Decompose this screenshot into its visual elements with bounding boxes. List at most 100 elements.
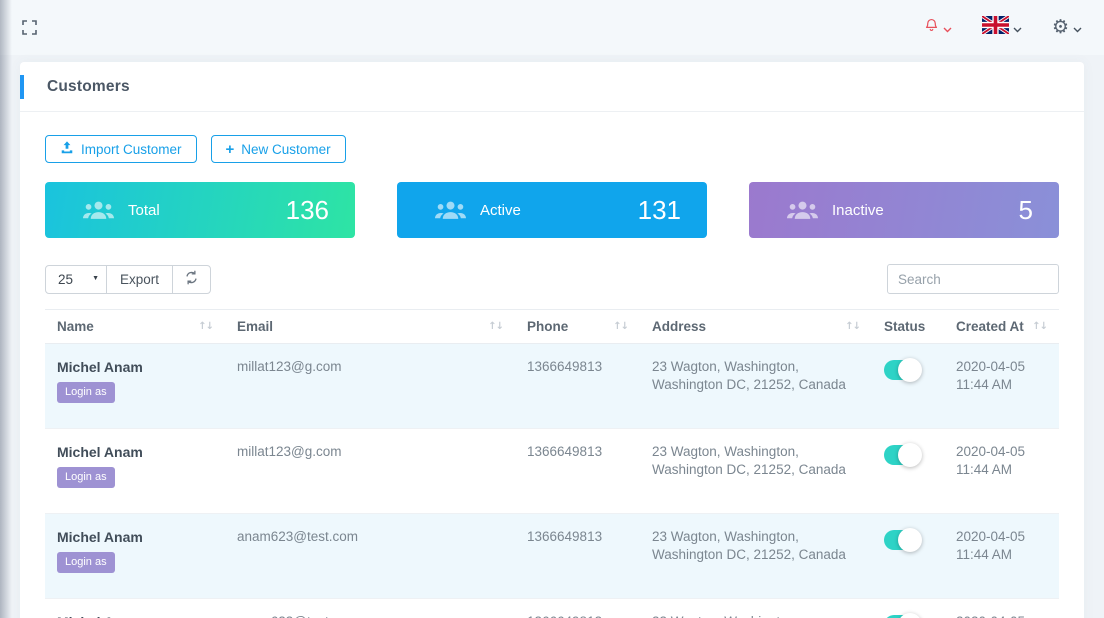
customer-name: Michel Anam bbox=[57, 443, 213, 461]
created-date: 2020-04-05 bbox=[956, 528, 1047, 546]
stat-card-total[interactable]: Total 136 bbox=[45, 182, 355, 238]
stat-value: 5 bbox=[1019, 195, 1033, 226]
refresh-button[interactable] bbox=[172, 265, 211, 294]
customer-address: 23 Wagton, Washington, Washington DC, 21… bbox=[640, 599, 872, 618]
stats-row: Total 136 Active 131 bbox=[45, 182, 1059, 238]
bell-icon bbox=[924, 17, 939, 38]
column-label: Email bbox=[237, 319, 273, 334]
table-row: Michel Anam Login as anam623@test.com 13… bbox=[45, 599, 1059, 618]
customers-table: Name ↑↓ Email ↑↓ Phone ↑↓ Address ↑↓ Status Creat… bbox=[45, 309, 1059, 618]
name-cell: Michel Anam Login as bbox=[45, 344, 225, 428]
customer-email: anam623@test.com bbox=[225, 599, 515, 618]
import-customer-label: Import Customer bbox=[81, 142, 182, 157]
created-date: 2020-04-05 bbox=[956, 358, 1047, 376]
sort-icon[interactable]: ↑↓ bbox=[488, 321, 503, 332]
column-label: Status bbox=[884, 319, 925, 334]
stat-label: Active bbox=[480, 202, 521, 219]
customer-name: Michel Anam bbox=[57, 358, 213, 376]
created-time: 11:44 AM bbox=[956, 461, 1047, 479]
stat-card-inactive[interactable]: Inactive 5 bbox=[749, 182, 1059, 238]
toggle-knob bbox=[898, 443, 922, 467]
status-cell bbox=[872, 599, 944, 618]
name-cell: Michel Anam Login as bbox=[45, 514, 225, 598]
status-toggle[interactable] bbox=[884, 445, 919, 465]
login-as-button[interactable]: Login as bbox=[57, 382, 115, 403]
chevron-down-icon bbox=[943, 20, 952, 38]
refresh-icon bbox=[184, 270, 199, 288]
column-header-address[interactable]: Address ↑↓ bbox=[640, 310, 872, 343]
chevron-down-icon bbox=[1073, 20, 1082, 38]
stat-card-active[interactable]: Active 131 bbox=[397, 182, 707, 238]
customer-phone: 1366649813 bbox=[515, 599, 640, 618]
plus-icon: + bbox=[226, 142, 235, 157]
column-header-created-at[interactable]: Created At ↑↓ bbox=[944, 310, 1059, 343]
status-cell bbox=[872, 344, 944, 428]
created-date: 2020-04-05 bbox=[956, 443, 1047, 461]
import-customer-button[interactable]: Import Customer bbox=[45, 135, 197, 163]
sort-icon[interactable]: ↑↓ bbox=[198, 321, 213, 332]
created-at-cell: 2020-04-05 11:44 AM bbox=[944, 429, 1059, 513]
stat-label: Total bbox=[128, 202, 160, 219]
customer-phone: 1366649813 bbox=[515, 514, 640, 598]
created-at-cell: 2020-04-05 11:44 AM bbox=[944, 514, 1059, 598]
customer-email: anam623@test.com bbox=[225, 514, 515, 598]
column-label: Phone bbox=[527, 319, 568, 334]
status-toggle[interactable] bbox=[884, 530, 919, 550]
customer-address: 23 Wagton, Washington, Washington DC, 21… bbox=[640, 514, 872, 598]
sort-icon[interactable]: ↑↓ bbox=[1032, 321, 1047, 332]
sort-icon[interactable]: ↑↓ bbox=[613, 321, 628, 332]
language-menu[interactable] bbox=[982, 16, 1022, 39]
page-title: Customers bbox=[47, 78, 130, 96]
table-header-row: Name ↑↓ Email ↑↓ Phone ↑↓ Address ↑↓ Status Creat… bbox=[45, 309, 1059, 344]
customer-address: 23 Wagton, Washington, Washington DC, 21… bbox=[640, 344, 872, 428]
customer-phone: 1366649813 bbox=[515, 429, 640, 513]
created-date: 2020-04-05 bbox=[956, 613, 1047, 618]
sort-icon[interactable]: ↑↓ bbox=[845, 321, 860, 332]
top-navbar: ⚙ bbox=[0, 0, 1104, 55]
column-label: Name bbox=[57, 319, 94, 334]
table-row: Michel Anam Login as millat123@g.com 136… bbox=[45, 429, 1059, 514]
uk-flag-icon bbox=[982, 16, 1009, 39]
card-header: Customers bbox=[20, 62, 1084, 112]
name-cell: Michel Anam Login as bbox=[45, 429, 225, 513]
column-label: Created At bbox=[956, 319, 1024, 334]
customer-email: millat123@g.com bbox=[225, 429, 515, 513]
upload-icon bbox=[60, 141, 74, 157]
new-customer-label: New Customer bbox=[241, 142, 330, 157]
customer-name: Michel Anam bbox=[57, 613, 213, 618]
customer-name: Michel Anam bbox=[57, 528, 213, 546]
users-icon bbox=[435, 200, 466, 221]
search-input[interactable] bbox=[887, 264, 1059, 294]
toggle-knob bbox=[898, 358, 922, 382]
created-at-cell: 2020-04-05 11:44 AM bbox=[944, 344, 1059, 428]
settings-menu[interactable]: ⚙ bbox=[1052, 18, 1082, 38]
customers-card: Customers Import Customer + New Customer bbox=[20, 62, 1084, 618]
login-as-button[interactable]: Login as bbox=[57, 552, 115, 573]
column-header-name[interactable]: Name ↑↓ bbox=[45, 310, 225, 343]
page-size-select[interactable]: 25 bbox=[45, 265, 107, 294]
stat-label: Inactive bbox=[832, 202, 884, 219]
customer-email: millat123@g.com bbox=[225, 344, 515, 428]
chevron-down-icon bbox=[1013, 20, 1022, 38]
column-header-email[interactable]: Email ↑↓ bbox=[225, 310, 515, 343]
created-time: 11:44 AM bbox=[956, 376, 1047, 394]
stat-value: 131 bbox=[638, 195, 681, 226]
created-time: 11:44 AM bbox=[956, 546, 1047, 564]
column-header-phone[interactable]: Phone ↑↓ bbox=[515, 310, 640, 343]
export-button[interactable]: Export bbox=[106, 265, 173, 294]
notifications-menu[interactable] bbox=[924, 17, 952, 38]
gear-icon: ⚙ bbox=[1052, 18, 1069, 37]
toggle-knob bbox=[898, 613, 922, 618]
users-icon bbox=[787, 200, 818, 221]
table-row: Michel Anam Login as millat123@g.com 136… bbox=[45, 344, 1059, 429]
new-customer-button[interactable]: + New Customer bbox=[211, 135, 346, 163]
column-label: Address bbox=[652, 319, 706, 334]
login-as-button[interactable]: Login as bbox=[57, 467, 115, 488]
sidebar-edge-shadow bbox=[0, 0, 12, 618]
table-body: Michel Anam Login as millat123@g.com 136… bbox=[45, 344, 1059, 618]
users-icon bbox=[83, 200, 114, 221]
status-toggle[interactable] bbox=[884, 360, 919, 380]
column-header-status: Status bbox=[872, 310, 944, 343]
fullscreen-icon[interactable] bbox=[22, 20, 37, 35]
status-cell bbox=[872, 514, 944, 598]
